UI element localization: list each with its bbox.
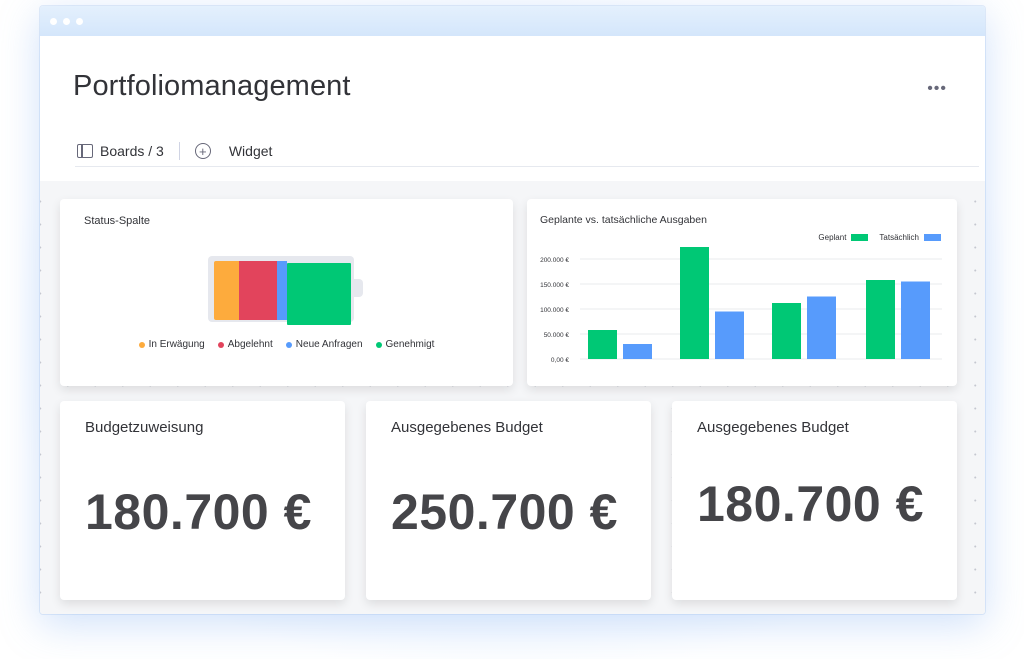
status-legend-label: Neue Anfragen [295, 339, 363, 350]
toolbar-divider [178, 142, 180, 160]
status-legend-label: In Erwägung [148, 339, 205, 350]
add-icon[interactable]: + [194, 143, 211, 159]
boards-button[interactable]: Boards / 3 [100, 143, 164, 159]
legend-dot-icon [217, 341, 224, 348]
bar-actual-3[interactable] [807, 296, 836, 360]
number-widget-title: Ausgegebenes Budget [697, 419, 849, 436]
bar-actual-1[interactable] [623, 344, 652, 359]
battery-segment-1[interactable] [214, 261, 239, 320]
battery-segment-4[interactable] [287, 263, 351, 325]
battery-segment-3[interactable] [277, 261, 287, 320]
status-legend-item: Genehmigt [375, 339, 435, 350]
number-widget-spent-budget-2[interactable]: Ausgegebenes Budget 180.700 € [672, 401, 957, 600]
status-legend-label: Genehmigt [385, 339, 435, 350]
status-widget-title: Status-Spalte [84, 215, 151, 227]
toolbar-divider-line [75, 166, 979, 167]
add-widget-button[interactable]: Widget [229, 143, 273, 159]
window-dot-icon [76, 17, 83, 25]
y-tick-label: 50.000 € [544, 332, 570, 339]
status-legend-item: Abgelehnt [217, 339, 273, 350]
bar-planned-4[interactable] [866, 280, 895, 359]
number-widget-budget-allocation[interactable]: Budgetzuweisung 180.700 € [60, 401, 345, 600]
bar-chart: 0,00 € 50.000 € 100.000 € 150.000 € 200.000 … [540, 247, 942, 364]
window-titlebar [40, 6, 985, 36]
bar-actual-2[interactable] [715, 311, 744, 360]
dashboard-toolbar: Boards / 3 + Widget [77, 142, 272, 160]
page-title: Portfoliomanagement [73, 70, 351, 102]
bar-planned-1[interactable] [588, 330, 617, 359]
legend-dot-icon [138, 341, 145, 348]
bar-planned-2[interactable] [680, 247, 709, 359]
legend-dot-icon [285, 341, 292, 348]
y-tick-label: 0,00 € [551, 357, 569, 364]
more-options-button[interactable]: ••• [927, 81, 947, 97]
app-window: Portfoliomanagement ••• Boards / 3 + Wid… [40, 6, 985, 614]
battery-segment-2[interactable] [239, 261, 277, 320]
number-widget-spent-budget[interactable]: Ausgegebenes Budget 250.700 € [366, 401, 651, 600]
status-legend-item: In Erwägung [138, 339, 205, 350]
y-tick-label: 150.000 € [540, 282, 569, 289]
status-legend-label: Abgelehnt [227, 339, 273, 350]
number-widget-value: 180.700 € [697, 476, 924, 532]
window-dot-icon [63, 17, 70, 25]
status-widget[interactable]: Status-Spalte In Erwägung Abgelehnt Neue A… [60, 199, 513, 386]
battery-cap [354, 279, 363, 297]
dashboard-board: Status-Spalte In Erwägung Abgelehnt Neue A… [40, 181, 985, 614]
number-widget-title: Budgetzuweisung [85, 419, 204, 436]
number-widget-title: Ausgegebenes Budget [391, 419, 543, 436]
legend-dot-icon [375, 341, 382, 348]
window-dot-icon [50, 17, 57, 25]
y-tick-label: 100.000 € [540, 307, 569, 314]
spending-chart-widget[interactable]: Geplante vs. tatsächliche Ausgaben Gepla… [527, 199, 957, 386]
number-widget-value: 250.700 € [391, 484, 618, 540]
status-legend: In Erwägung Abgelehnt Neue Anfragen Genehmi… [60, 339, 513, 350]
boards-icon [77, 144, 93, 158]
number-widget-value: 180.700 € [85, 484, 312, 540]
y-tick-label: 200.000 € [540, 257, 569, 264]
bar-actual-4[interactable] [901, 281, 930, 360]
bar-planned-3[interactable] [772, 303, 801, 359]
status-legend-item: Neue Anfragen [285, 339, 363, 350]
